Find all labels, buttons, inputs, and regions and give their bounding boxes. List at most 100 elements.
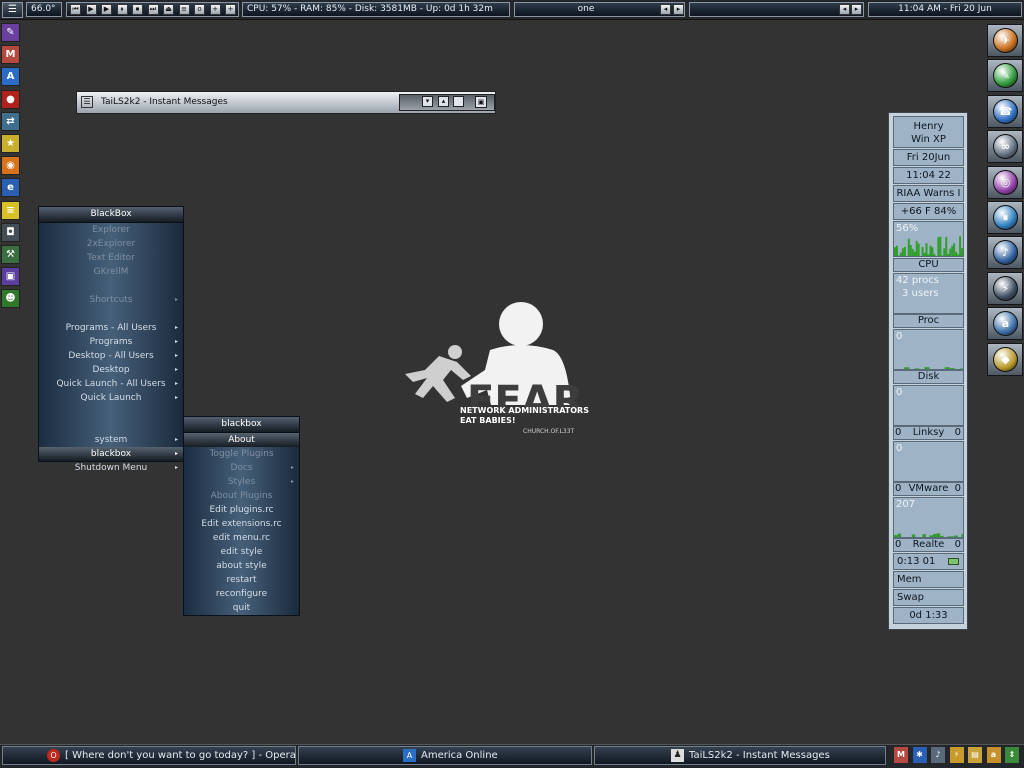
menu-item[interactable]: quit [184, 601, 299, 615]
cd-button[interactable]: ◎ [987, 165, 1023, 199]
paint-icon[interactable]: ✎ [1, 23, 20, 42]
menu-item[interactable]: edit style [184, 545, 299, 559]
menu-item[interactable]: Programs ▸ [39, 335, 183, 349]
window-next-button[interactable]: ▸ [851, 4, 862, 15]
menu-item[interactable]: about style [184, 559, 299, 573]
updown-tray-icon[interactable]: ⇕ [1005, 747, 1019, 763]
menu-item[interactable]: GKrellM [39, 265, 183, 279]
im-window[interactable]: ☰ TaiLS2k2 - Instant Messages ▾ ▴ ▣ [76, 91, 496, 114]
paint-tool-button[interactable]: ✎ [987, 59, 1023, 93]
speaker-button[interactable]: ♪ [987, 236, 1023, 270]
menu-item[interactable]: Explorer [39, 223, 183, 237]
phone-button[interactable]: ☎ [987, 94, 1023, 128]
lightning-tray-icon[interactable]: ⚡ [949, 747, 964, 763]
submenu-arrow-icon: ▸ [174, 296, 178, 303]
cd-icon: ◎ [993, 169, 1018, 195]
ie-icon[interactable]: e [1, 178, 20, 198]
notes-icon[interactable]: ≡ [1, 200, 20, 220]
menu-item[interactable]: Styles ▸ [184, 475, 299, 489]
menu-item[interactable]: system ▸ [39, 433, 183, 447]
taskbar-switcher[interactable]: ◂ ▸ [689, 2, 864, 17]
aim-button[interactable]: a [987, 307, 1023, 341]
media-button[interactable]: + [225, 4, 236, 15]
camera-icon[interactable]: ◘ [1, 222, 20, 242]
restore-button[interactable]: ▴ [438, 96, 449, 107]
graph-bar [933, 254, 936, 256]
menu-item[interactable]: Shortcuts ▸ [39, 293, 183, 307]
network-icon[interactable]: ⇄ [1, 111, 20, 131]
menu-item[interactable]: 2xExplorer [39, 237, 183, 251]
menu-item[interactable]: Docs ▸ [184, 461, 299, 475]
menu-item[interactable]: reconfigure [184, 587, 299, 601]
pause-button[interactable]: ⏸ [987, 201, 1023, 234]
folder-tray-icon[interactable]: ▤ [968, 747, 982, 763]
menu-item[interactable]: Quick Launch ▸ [39, 391, 183, 405]
linksys-graph: 0 [893, 441, 964, 482]
menu-item[interactable]: Desktop ▸ [39, 363, 183, 377]
media-button[interactable]: ⏏ [163, 4, 174, 15]
menu-item[interactable]: edit menu.rc [184, 531, 299, 545]
media-button[interactable]: ▶ [101, 4, 112, 15]
media-button[interactable]: ⏮ [70, 4, 81, 15]
display-icon[interactable]: ▣ [1, 267, 20, 287]
aim-tray-icon[interactable]: a [986, 747, 1001, 763]
media-button[interactable]: ⏹ [132, 4, 143, 15]
menu-item[interactable]: restart [184, 573, 299, 587]
tools-icon[interactable]: ⚒ [1, 245, 20, 264]
taskbar-item-opera[interactable]: O [ Where don't you want to go today? ] … [2, 746, 296, 765]
speaker-tray-icon[interactable]: ♪ [931, 747, 945, 763]
media-button[interactable]: ▶ [85, 4, 97, 15]
menu-item-label: Docs [230, 463, 253, 473]
taskbar-item-aol[interactable]: A America Online [298, 746, 592, 765]
maximize-button[interactable] [453, 96, 464, 107]
menu-item[interactable]: About [184, 433, 299, 447]
media-button[interactable]: o [194, 4, 205, 15]
menu-item[interactable]: Toggle Plugins [184, 447, 299, 461]
workspace-next-button[interactable]: ▸ [673, 4, 684, 15]
minimize-button[interactable]: ▾ [422, 96, 433, 107]
media-button[interactable]: ⏭ [147, 4, 159, 15]
graph-bar [897, 255, 900, 256]
user-count: 3 users [902, 288, 939, 299]
media-controls: ⏮ ▶ ▶ ⏸ ⏹ ⏭ ⏏ ≡ o + + [66, 2, 239, 17]
workspace-prev-button[interactable]: ◂ [660, 4, 671, 15]
graph-bar [899, 252, 902, 256]
menu-item[interactable]: Text Editor [39, 251, 183, 265]
menu-item[interactable]: Edit plugins.rc [184, 503, 299, 517]
alien-icon[interactable]: ☻ [1, 289, 20, 309]
menu-item[interactable]: Shutdown Menu ▸ [39, 461, 183, 475]
window-prev-button[interactable]: ◂ [839, 4, 850, 15]
disk-label: Disk [893, 370, 964, 384]
graph-bar [894, 247, 896, 256]
media-button[interactable]: ⏸ [116, 4, 128, 15]
window-menu-icon[interactable]: ☰ [81, 96, 93, 108]
menu-item-label: Styles [227, 477, 256, 487]
taskbar-item-im[interactable]: ♟ TaiLS2k2 - Instant Messages [594, 746, 886, 765]
close-button[interactable]: ▣ [475, 96, 487, 108]
aim-person-icon: ♟ [671, 749, 684, 762]
text-editor-icon[interactable]: A [1, 67, 20, 87]
menu-item[interactable]: blackbox ▸ [39, 447, 183, 461]
graph-bar [903, 246, 906, 256]
workspace-switcher[interactable]: one ◂ ▸ [514, 2, 685, 17]
menu-item[interactable]: About Plugins [184, 489, 299, 503]
media-button[interactable]: + [209, 4, 221, 15]
binoculars-button[interactable]: ∞ [987, 130, 1023, 164]
monitor-icon[interactable]: M [1, 45, 20, 65]
main-menu-button[interactable]: ☰ [2, 2, 23, 18]
bluetooth-tray-icon[interactable]: ✱ [912, 747, 927, 763]
menu-item[interactable]: Edit extensions.rc [184, 517, 299, 531]
network-neighborhood-button[interactable]: ✈ [987, 24, 1023, 57]
firefox-icon[interactable]: ◉ [1, 156, 20, 176]
menu-item-label: edit style [220, 547, 263, 557]
menu-item[interactable]: Programs - All Users ▸ [39, 321, 183, 335]
winamp-button[interactable]: ⚡ [987, 271, 1023, 305]
record-icon[interactable]: ● [1, 89, 20, 109]
menu-item[interactable]: Desktop - All Users ▸ [39, 349, 183, 363]
monitor-tray-icon[interactable]: M [894, 747, 908, 763]
game-icon[interactable]: ★ [1, 134, 20, 153]
menu-item[interactable]: Quick Launch - All Users ▸ [39, 377, 183, 391]
folder-button[interactable]: ◆ [987, 342, 1023, 376]
menu-item-label: Explorer [92, 225, 130, 235]
media-button[interactable]: ≡ [178, 4, 190, 15]
